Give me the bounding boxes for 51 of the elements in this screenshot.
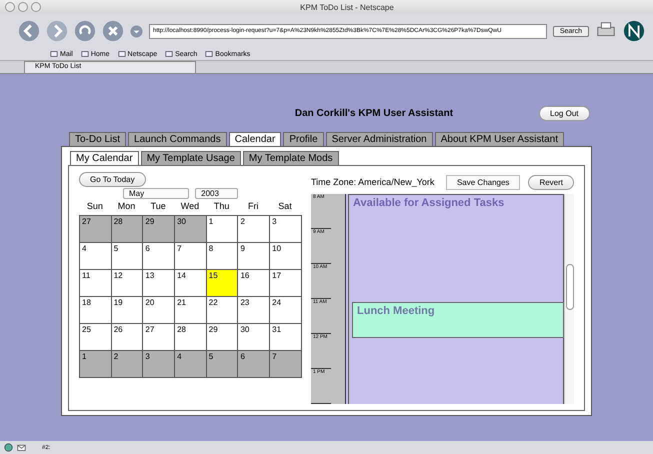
dropdown-icon[interactable] — [130, 24, 143, 38]
weekday-label: Fri — [247, 201, 260, 213]
tab[interactable]: My Template Usage — [140, 151, 241, 165]
stop-icon[interactable] — [102, 20, 124, 42]
bookmark-icon[interactable] — [205, 50, 214, 58]
go-to-today-button[interactable]: Go To Today — [79, 172, 146, 187]
bookmark-icon[interactable] — [80, 50, 89, 58]
weekday-label: Sat — [277, 201, 293, 213]
day-cell[interactable]: 30 — [174, 215, 207, 243]
mail-icon[interactable] — [17, 443, 26, 452]
weekday-label: Tue — [150, 201, 167, 213]
tab[interactable]: My Calendar — [70, 151, 139, 165]
day-cell[interactable]: 28 — [110, 215, 144, 243]
tab[interactable]: Profile — [283, 132, 324, 146]
window-title: KPM ToDo List - Netscape — [299, 2, 395, 12]
scrollbar[interactable] — [564, 194, 574, 404]
tab[interactable]: Server Administration — [326, 132, 433, 146]
day-cell[interactable]: 7 — [269, 350, 302, 378]
revert-button[interactable]: Revert — [528, 174, 574, 190]
day-cell[interactable]: 1 — [79, 350, 112, 378]
reload-icon[interactable] — [74, 20, 96, 42]
day-cell[interactable]: 3 — [142, 350, 176, 378]
weekday-label: Mon — [116, 201, 136, 213]
globe-icon[interactable] — [4, 443, 13, 452]
weekday-label: Wed — [180, 201, 200, 213]
tab[interactable]: Launch Commands — [128, 132, 227, 146]
year-select[interactable]: 2003 — [195, 188, 238, 199]
weekday-label: Thu — [212, 201, 230, 213]
day-cell[interactable]: 2 — [110, 350, 144, 378]
day-cell[interactable]: 6 — [237, 350, 270, 378]
back-icon[interactable] — [18, 20, 40, 42]
tab[interactable]: To-Do List — [69, 132, 126, 146]
page-heading: Dan Corkill's KPM User Assistant — [294, 108, 454, 119]
day-cell[interactable]: 5 — [206, 350, 238, 378]
weekday-label: Sun — [86, 201, 104, 213]
bookmark-icon[interactable] — [165, 50, 174, 58]
bookmark-icon[interactable] — [50, 50, 58, 58]
log-out-button[interactable]: Log Out — [539, 106, 590, 121]
day-cell[interactable]: 27 — [79, 215, 112, 243]
day-cell[interactable]: 15 — [206, 269, 238, 297]
time-zone-label: Time Zone: America/New_York — [311, 177, 436, 187]
day-cell[interactable]: 3 — [269, 215, 302, 243]
save-changes-button[interactable]: Save Changes — [446, 174, 520, 190]
bookmark-icon[interactable] — [118, 50, 126, 58]
day-cell[interactable]: 4 — [174, 350, 207, 378]
month-select[interactable]: May — [123, 188, 190, 199]
tab[interactable]: My Template Mods — [242, 151, 339, 165]
day-cell[interactable]: 31 — [269, 323, 302, 351]
tab[interactable]: About KPM User Assistant — [434, 132, 564, 146]
tab[interactable]: Calendar — [228, 132, 282, 146]
day-cell[interactable]: 29 — [142, 215, 176, 243]
